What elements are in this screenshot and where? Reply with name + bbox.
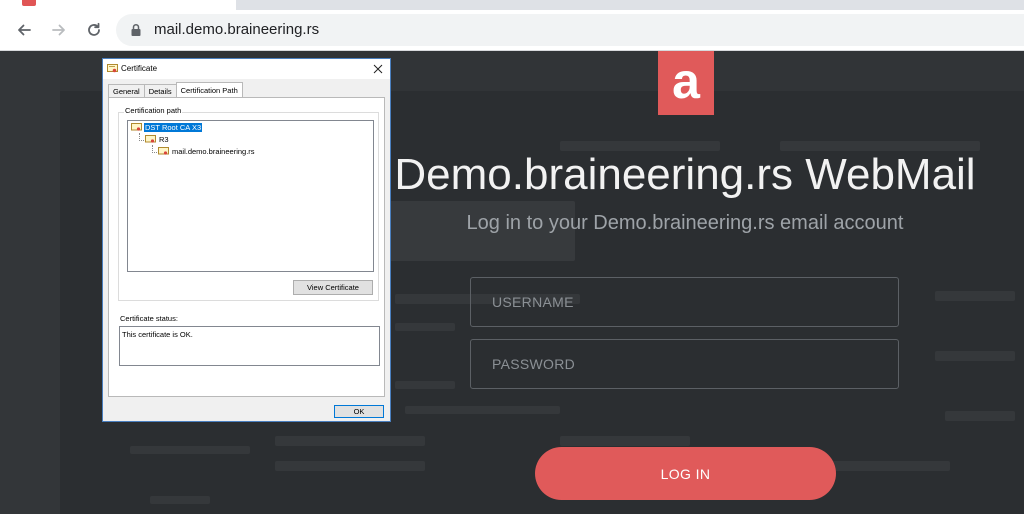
tree-node-label: DST Root CA X3 <box>144 123 203 132</box>
certificate-icon <box>131 123 142 131</box>
tab-details[interactable]: Details <box>143 84 177 98</box>
back-arrow-icon <box>18 24 31 36</box>
address-bar[interactable]: mail.demo.braineering.rs <box>116 14 1024 46</box>
url-text: mail.demo.braineering.rs <box>154 21 320 38</box>
username-input[interactable] <box>470 277 899 327</box>
bg-bar <box>395 323 455 331</box>
password-input[interactable] <box>470 339 899 389</box>
bg-sidebar <box>0 51 60 514</box>
dialog-title: Certificate <box>121 64 158 73</box>
bg-bar <box>395 381 455 389</box>
bg-bar <box>935 351 1015 361</box>
view-certificate-button[interactable]: View Certificate <box>293 280 373 295</box>
logo-letter: a <box>672 53 700 109</box>
browser-tab[interactable] <box>0 0 236 10</box>
bg-bar <box>945 411 1015 421</box>
certificate-icon <box>107 64 118 73</box>
certification-path-tree[interactable]: DST Root CA X3 R3 mail.demo.braineering.… <box>127 120 374 272</box>
login-button[interactable]: LOG IN <box>535 447 836 500</box>
reload-icon <box>88 22 100 36</box>
certificate-dialog: Certificate General Details Certificatio… <box>102 58 391 422</box>
certificate-status-box: This certificate is OK. <box>119 326 380 366</box>
tab-general[interactable]: General <box>108 84 145 98</box>
certification-path-label: Certification path <box>124 106 183 115</box>
browser-tabstrip <box>0 0 1024 10</box>
page-subtitle: Log in to your Demo.braineering.rs email… <box>466 212 904 234</box>
dialog-titlebar[interactable]: Certificate <box>103 59 390 79</box>
dialog-close-button[interactable] <box>370 61 386 77</box>
certificate-icon <box>145 135 156 143</box>
certificate-icon <box>158 147 169 155</box>
certificate-status-label: Certificate status: <box>120 314 178 323</box>
reload-button[interactable] <box>83 19 105 41</box>
close-icon <box>373 64 383 74</box>
tree-node-label: mail.demo.braineering.rs <box>172 147 255 156</box>
tab-favicon-icon <box>22 0 36 6</box>
webmail-logo: a <box>658 51 714 115</box>
bg-bar <box>130 446 250 454</box>
bg-bar <box>275 461 425 471</box>
back-button[interactable] <box>13 19 35 41</box>
ok-button[interactable]: OK <box>334 405 384 418</box>
forward-button[interactable] <box>48 19 70 41</box>
tree-node-label: R3 <box>159 135 169 144</box>
lock-icon[interactable] <box>130 23 142 37</box>
bg-bar <box>150 496 210 504</box>
browser-toolbar: mail.demo.braineering.rs <box>0 10 1024 51</box>
tree-node-leaf[interactable]: mail.demo.braineering.rs <box>158 147 256 156</box>
tree-node-intermediate[interactable]: R3 <box>145 135 170 144</box>
forward-arrow-icon <box>52 24 65 36</box>
bg-bar <box>935 291 1015 301</box>
dialog-tabs: General Details Certification Path <box>108 82 243 98</box>
bg-bar <box>405 406 560 414</box>
tree-node-root[interactable]: DST Root CA X3 <box>131 123 203 132</box>
bg-bar <box>560 436 690 446</box>
bg-bar <box>275 436 425 446</box>
certificate-status-text: This certificate is OK. <box>122 330 193 339</box>
tab-certification-path[interactable]: Certification Path <box>175 82 243 98</box>
page-title: Demo.braineering.rs WebMail <box>394 150 976 199</box>
certification-path-panel: Certification path DST Root CA X3 R3 mai… <box>108 97 385 397</box>
